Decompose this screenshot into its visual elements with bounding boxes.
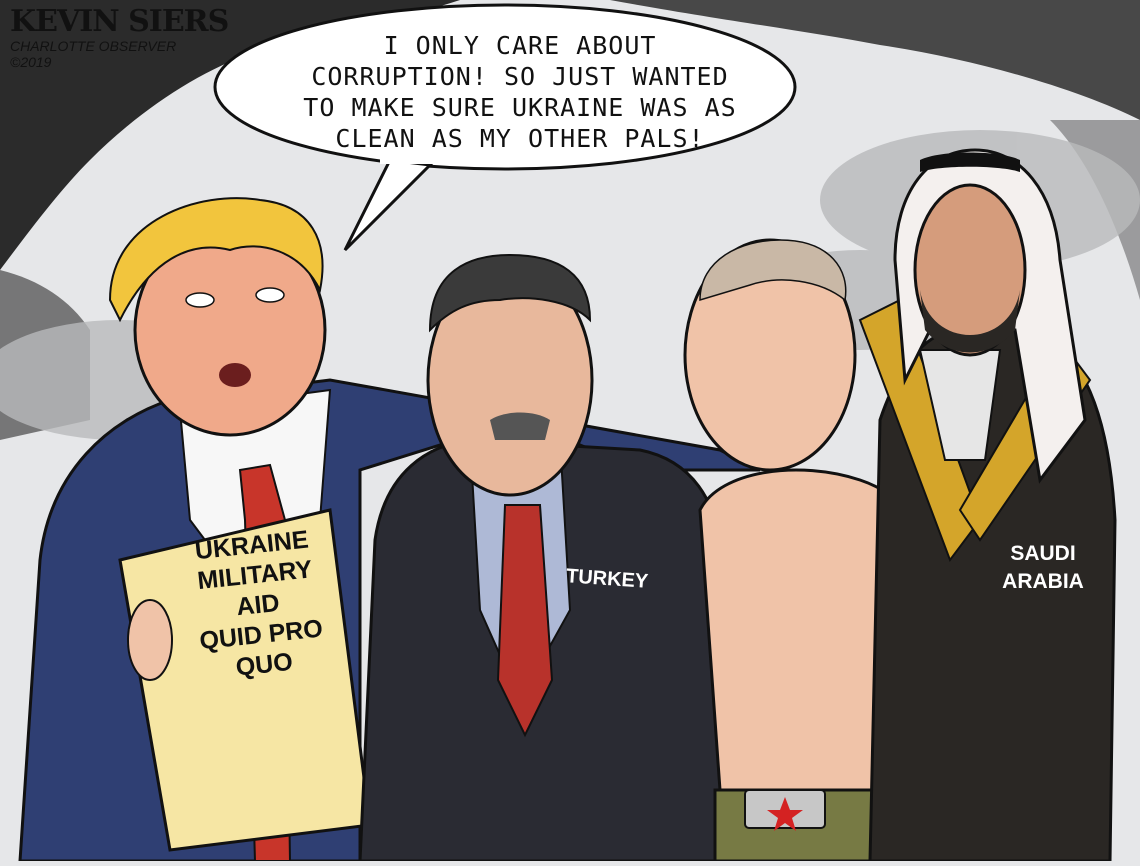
saudi-arabia-label: SAUDI ARABIA	[988, 540, 1098, 596]
copyright-year: ©2019	[10, 54, 52, 70]
saudi-label-line-1: SAUDI	[1010, 542, 1076, 565]
publication-name: CHARLOTTE OBSERVER	[10, 38, 177, 54]
artist-name: KEVIN SIERS	[10, 4, 229, 39]
speech-line-2: CORRUPTION! SO JUST WANTED	[311, 62, 729, 91]
speech-line-4: CLEAN AS MY OTHER PALS!	[335, 124, 705, 153]
trump-mouth	[219, 363, 251, 387]
saudi-label-line-2: ARABIA	[1002, 570, 1084, 593]
sign-text: UKRAINE MILITARY AID QUID PRO QUO	[141, 519, 375, 691]
speech-line-1: I ONLY CARE ABOUT	[383, 31, 657, 60]
speech-bubble-text: I ONLY CARE ABOUT CORRUPTION! SO JUST WA…	[260, 30, 780, 154]
artist-signature: KEVIN SIERS CHARLOTTE OBSERVER ©2019	[10, 4, 229, 71]
erdogan-mustache	[490, 412, 550, 440]
speech-line-3: TO MAKE SURE UKRAINE WAS AS	[303, 93, 737, 122]
